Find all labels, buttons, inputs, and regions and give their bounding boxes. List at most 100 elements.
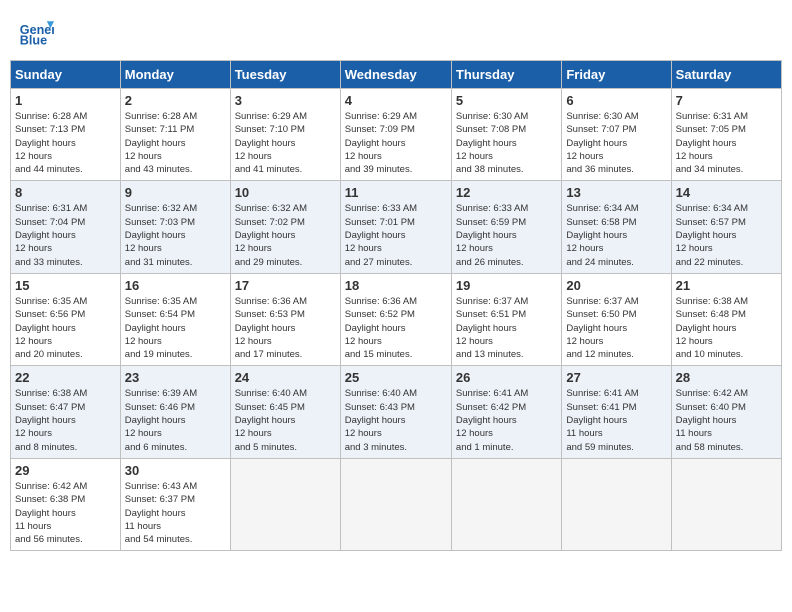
- calendar-day-cell: 14Sunrise: 6:34 AMSunset: 6:57 PMDayligh…: [671, 181, 781, 273]
- calendar-day-cell: 2 Sunrise: 6:28 AMSunset: 7:11 PMDaylight…: [120, 89, 230, 181]
- day-sun-info: Sunrise: 6:31 AMSunset: 7:05 PMDaylight …: [676, 110, 777, 176]
- day-number: 7: [676, 93, 777, 108]
- calendar-day-cell: 24 Sunrise: 6:40 AMSunset: 6:45 PMDayligh…: [230, 366, 340, 458]
- calendar-day-cell: 5 Sunrise: 6:30 AMSunset: 7:08 PMDaylight…: [451, 89, 561, 181]
- day-of-week-header: Thursday: [451, 61, 561, 89]
- day-number: 23: [125, 370, 226, 385]
- calendar-day-cell: 22 Sunrise: 6:38 AMSunset: 6:47 PMDayligh…: [11, 366, 121, 458]
- day-sun-info: Sunrise: 6:34 AMSunset: 6:57 PMDaylight …: [676, 202, 777, 268]
- calendar-day-cell: 17 Sunrise: 6:36 AMSunset: 6:53 PMDayligh…: [230, 273, 340, 365]
- day-number: 24: [235, 370, 336, 385]
- day-sun-info: Sunrise: 6:40 AMSunset: 6:43 PMDaylight …: [345, 387, 447, 453]
- day-sun-info: Sunrise: 6:35 AMSunset: 6:54 PMDaylight …: [125, 295, 226, 361]
- calendar-day-cell: 18 Sunrise: 6:36 AMSunset: 6:52 PMDayligh…: [340, 273, 451, 365]
- day-sun-info: Sunrise: 6:33 AMSunset: 7:01 PMDaylight …: [345, 202, 447, 268]
- day-sun-info: Sunrise: 6:42 AMSunset: 6:40 PMDaylight …: [676, 387, 777, 453]
- calendar-day-cell: 11 Sunrise: 6:33 AMSunset: 7:01 PMDayligh…: [340, 181, 451, 273]
- day-number: 19: [456, 278, 557, 293]
- calendar-week-row: 1 Sunrise: 6:28 AMSunset: 7:13 PMDaylight…: [11, 89, 782, 181]
- calendar-day-cell: 30 Sunrise: 6:43 AMSunset: 6:37 PMDayligh…: [120, 458, 230, 550]
- calendar-day-cell: 15Sunrise: 6:35 AMSunset: 6:56 PMDayligh…: [11, 273, 121, 365]
- calendar-header-row: SundayMondayTuesdayWednesdayThursdayFrid…: [11, 61, 782, 89]
- day-number: 8: [15, 185, 116, 200]
- day-sun-info: Sunrise: 6:28 AMSunset: 7:13 PMDaylight …: [15, 110, 116, 176]
- day-sun-info: Sunrise: 6:33 AMSunset: 6:59 PMDaylight …: [456, 202, 557, 268]
- day-number: 27: [566, 370, 666, 385]
- logo: General Blue: [18, 14, 54, 50]
- day-number: 10: [235, 185, 336, 200]
- day-sun-info: Sunrise: 6:37 AMSunset: 6:50 PMDaylight …: [566, 295, 666, 361]
- day-of-week-header: Wednesday: [340, 61, 451, 89]
- day-number: 25: [345, 370, 447, 385]
- calendar-day-cell: [562, 458, 671, 550]
- day-number: 5: [456, 93, 557, 108]
- calendar-day-cell: 21Sunrise: 6:38 AMSunset: 6:48 PMDayligh…: [671, 273, 781, 365]
- day-sun-info: Sunrise: 6:42 AMSunset: 6:38 PMDaylight …: [15, 480, 116, 546]
- day-sun-info: Sunrise: 6:36 AMSunset: 6:52 PMDaylight …: [345, 295, 447, 361]
- calendar-day-cell: 1 Sunrise: 6:28 AMSunset: 7:13 PMDaylight…: [11, 89, 121, 181]
- day-sun-info: Sunrise: 6:30 AMSunset: 7:08 PMDaylight …: [456, 110, 557, 176]
- calendar-day-cell: [230, 458, 340, 550]
- day-sun-info: Sunrise: 6:34 AMSunset: 6:58 PMDaylight …: [566, 202, 666, 268]
- day-sun-info: Sunrise: 6:38 AMSunset: 6:48 PMDaylight …: [676, 295, 777, 361]
- calendar-week-row: 22 Sunrise: 6:38 AMSunset: 6:47 PMDayligh…: [11, 366, 782, 458]
- day-sun-info: Sunrise: 6:39 AMSunset: 6:46 PMDaylight …: [125, 387, 226, 453]
- day-number: 3: [235, 93, 336, 108]
- day-number: 13: [566, 185, 666, 200]
- day-number: 9: [125, 185, 226, 200]
- day-sun-info: Sunrise: 6:36 AMSunset: 6:53 PMDaylight …: [235, 295, 336, 361]
- calendar-day-cell: 8Sunrise: 6:31 AMSunset: 7:04 PMDaylight…: [11, 181, 121, 273]
- day-number: 17: [235, 278, 336, 293]
- svg-text:Blue: Blue: [20, 34, 47, 48]
- day-sun-info: Sunrise: 6:41 AMSunset: 6:42 PMDaylight …: [456, 387, 557, 453]
- day-of-week-header: Monday: [120, 61, 230, 89]
- calendar-day-cell: 29 Sunrise: 6:42 AMSunset: 6:38 PMDayligh…: [11, 458, 121, 550]
- calendar-day-cell: 25 Sunrise: 6:40 AMSunset: 6:43 PMDayligh…: [340, 366, 451, 458]
- day-sun-info: Sunrise: 6:32 AMSunset: 7:02 PMDaylight …: [235, 202, 336, 268]
- day-sun-info: Sunrise: 6:40 AMSunset: 6:45 PMDaylight …: [235, 387, 336, 453]
- calendar-day-cell: 7 Sunrise: 6:31 AMSunset: 7:05 PMDaylight…: [671, 89, 781, 181]
- calendar-day-cell: 16 Sunrise: 6:35 AMSunset: 6:54 PMDayligh…: [120, 273, 230, 365]
- calendar-day-cell: 4 Sunrise: 6:29 AMSunset: 7:09 PMDaylight…: [340, 89, 451, 181]
- day-of-week-header: Saturday: [671, 61, 781, 89]
- day-sun-info: Sunrise: 6:38 AMSunset: 6:47 PMDaylight …: [15, 387, 116, 453]
- day-sun-info: Sunrise: 6:29 AMSunset: 7:09 PMDaylight …: [345, 110, 447, 176]
- calendar-day-cell: 3 Sunrise: 6:29 AMSunset: 7:10 PMDaylight…: [230, 89, 340, 181]
- day-number: 16: [125, 278, 226, 293]
- calendar-table: SundayMondayTuesdayWednesdayThursdayFrid…: [10, 60, 782, 551]
- logo-icon: General Blue: [18, 14, 54, 50]
- calendar-week-row: 8Sunrise: 6:31 AMSunset: 7:04 PMDaylight…: [11, 181, 782, 273]
- calendar-day-cell: 27Sunrise: 6:41 AMSunset: 6:41 PMDayligh…: [562, 366, 671, 458]
- day-number: 18: [345, 278, 447, 293]
- day-number: 29: [15, 463, 116, 478]
- day-number: 4: [345, 93, 447, 108]
- day-number: 22: [15, 370, 116, 385]
- day-number: 1: [15, 93, 116, 108]
- calendar-day-cell: 10 Sunrise: 6:32 AMSunset: 7:02 PMDayligh…: [230, 181, 340, 273]
- day-number: 20: [566, 278, 666, 293]
- calendar-day-cell: 26 Sunrise: 6:41 AMSunset: 6:42 PMDayligh…: [451, 366, 561, 458]
- day-number: 2: [125, 93, 226, 108]
- calendar-day-cell: [671, 458, 781, 550]
- day-number: 26: [456, 370, 557, 385]
- day-number: 11: [345, 185, 447, 200]
- calendar-week-row: 29 Sunrise: 6:42 AMSunset: 6:38 PMDayligh…: [11, 458, 782, 550]
- day-sun-info: Sunrise: 6:29 AMSunset: 7:10 PMDaylight …: [235, 110, 336, 176]
- calendar-day-cell: [451, 458, 561, 550]
- day-sun-info: Sunrise: 6:30 AMSunset: 7:07 PMDaylight …: [566, 110, 666, 176]
- day-sun-info: Sunrise: 6:32 AMSunset: 7:03 PMDaylight …: [125, 202, 226, 268]
- calendar-day-cell: 9 Sunrise: 6:32 AMSunset: 7:03 PMDaylight…: [120, 181, 230, 273]
- calendar-day-cell: 28Sunrise: 6:42 AMSunset: 6:40 PMDayligh…: [671, 366, 781, 458]
- day-sun-info: Sunrise: 6:28 AMSunset: 7:11 PMDaylight …: [125, 110, 226, 176]
- day-of-week-header: Friday: [562, 61, 671, 89]
- calendar-day-cell: 6Sunrise: 6:30 AMSunset: 7:07 PMDaylight…: [562, 89, 671, 181]
- calendar-day-cell: 23 Sunrise: 6:39 AMSunset: 6:46 PMDayligh…: [120, 366, 230, 458]
- day-number: 30: [125, 463, 226, 478]
- calendar-day-cell: 20 Sunrise: 6:37 AMSunset: 6:50 PMDayligh…: [562, 273, 671, 365]
- page-header: General Blue: [10, 10, 782, 54]
- day-sun-info: Sunrise: 6:43 AMSunset: 6:37 PMDaylight …: [125, 480, 226, 546]
- calendar-day-cell: [340, 458, 451, 550]
- day-of-week-header: Tuesday: [230, 61, 340, 89]
- calendar-day-cell: 19Sunrise: 6:37 AMSunset: 6:51 PMDayligh…: [451, 273, 561, 365]
- calendar-day-cell: 13 Sunrise: 6:34 AMSunset: 6:58 PMDayligh…: [562, 181, 671, 273]
